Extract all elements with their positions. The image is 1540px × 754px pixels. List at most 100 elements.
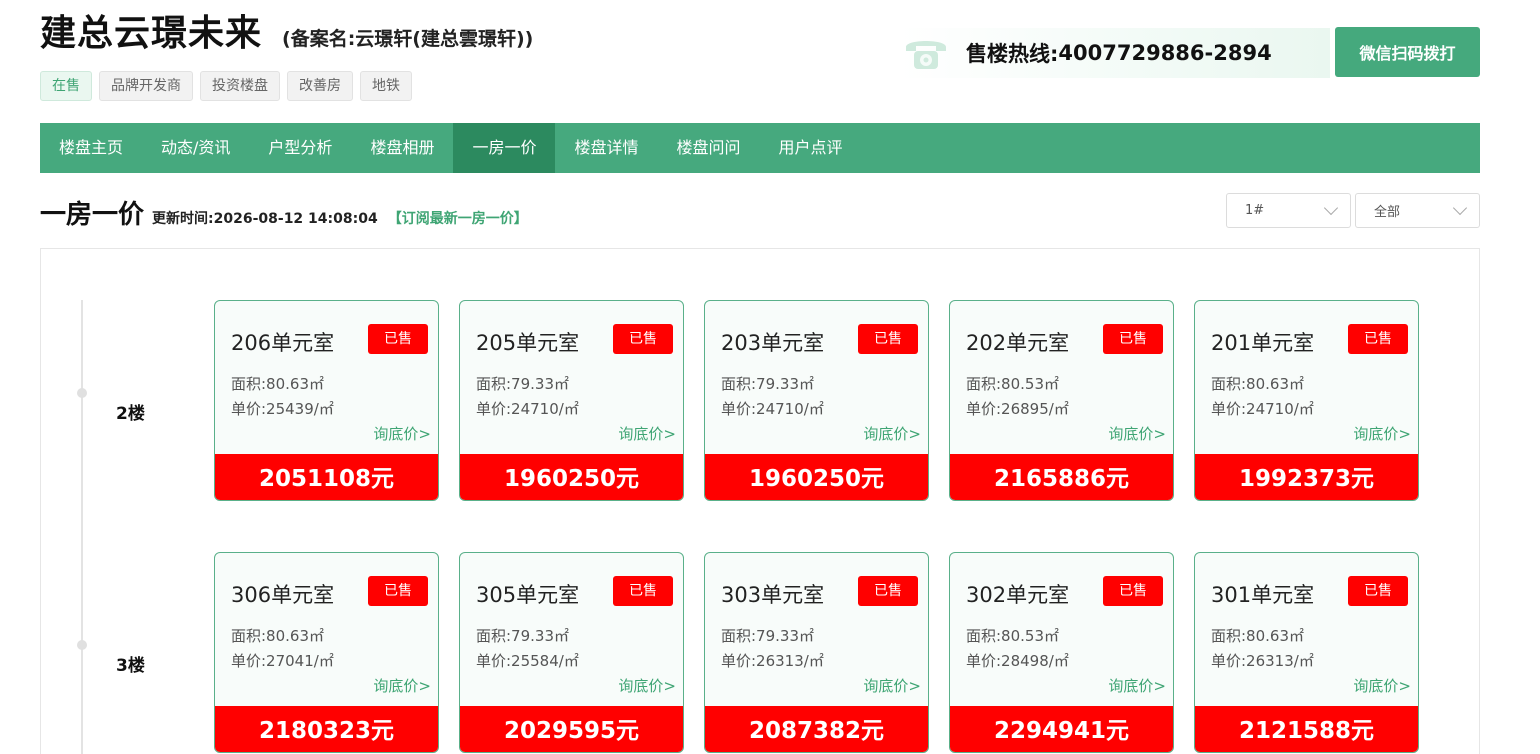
unit-price-per-sqm: 单价:24710/㎡ — [721, 400, 824, 418]
hotline-number[interactable]: 4007729886-2894 — [1058, 41, 1271, 65]
unit-price-per-sqm: 单价:25584/㎡ — [476, 652, 579, 670]
nav-details[interactable]: 楼盘详情 — [555, 123, 657, 173]
unit-price-per-sqm: 单价:24710/㎡ — [1211, 400, 1314, 418]
timeline-dot — [77, 640, 87, 650]
unit-card[interactable]: 201单元室 已售 面积:80.63㎡ 单价:24710/㎡ 询底价> 1992373元 — [1194, 300, 1419, 501]
unit-room-number: 203单元室 — [721, 331, 825, 355]
unit-room-number: 302单元室 — [966, 583, 1070, 607]
unit-area: 面积:80.63㎡ — [1211, 375, 1304, 393]
nav-news[interactable]: 动态/资讯 — [142, 123, 249, 173]
update-time-label: 更新时间: — [152, 211, 214, 227]
sold-status-badge: 已售 — [613, 324, 673, 354]
sold-status-badge: 已售 — [1348, 576, 1408, 606]
inquire-price-link[interactable]: 询底价> — [373, 423, 431, 444]
unit-card[interactable]: 205单元室 已售面积:79.33㎡ 单价:24710/㎡询底价> 1960250元 — [459, 300, 684, 501]
property-title: 建总云璟未来 — [40, 13, 263, 54]
inquire-price-link[interactable]: 询底价> — [373, 675, 431, 696]
unit-total-price: 2165886元 — [950, 454, 1173, 500]
nav-unit-prices[interactable]: 一房一价 — [453, 123, 556, 173]
unit-area: 面积:80.63㎡ — [231, 375, 324, 393]
update-time-value: 2026-08-12 14:08:04 — [213, 211, 378, 227]
unit-area: 面积:80.63㎡ — [231, 627, 324, 645]
chevron-down-icon — [1452, 200, 1468, 216]
floor-label-3: 3楼 — [116, 656, 145, 676]
nav-floor-plans[interactable]: 户型分析 — [249, 123, 351, 173]
sold-status-badge: 已售 — [858, 576, 918, 606]
unit-card[interactable]: 202单元室 已售 面积:80.53㎡ 单价:26895/㎡ 询底价> 2165886元 — [949, 300, 1174, 501]
unit-total-price: 1960250元 — [705, 454, 928, 500]
sold-status-badge: 已售 — [368, 576, 428, 606]
unit-area: 面积:79.33㎡ — [721, 375, 814, 393]
nav-album[interactable]: 楼盘相册 — [351, 123, 453, 173]
sold-status-badge: 已售 — [1103, 576, 1163, 606]
inquire-price-link[interactable]: 询底价> — [618, 423, 676, 444]
nav-qa[interactable]: 楼盘问问 — [657, 123, 759, 173]
tag-on-sale: 在售 — [40, 71, 92, 101]
unit-area: 面积:79.33㎡ — [476, 627, 569, 645]
inquire-price-link[interactable]: 询底价> — [1353, 675, 1411, 696]
unit-room-number: 305单元室 — [476, 583, 580, 607]
sold-status-badge: 已售 — [1348, 324, 1408, 354]
unit-card[interactable]: 302单元室 已售面积:80.53㎡ 单价:28498/㎡询底价> 2294941元 — [949, 552, 1174, 753]
wechat-scan-call-button[interactable]: 微信扫码拨打 — [1335, 27, 1480, 77]
unit-area: 面积:80.53㎡ — [966, 627, 1059, 645]
unit-total-price: 2029595元 — [460, 706, 683, 752]
unit-area: 面积:79.33㎡ — [476, 375, 569, 393]
tag-brand-developer: 品牌开发商 — [99, 71, 193, 101]
unit-card[interactable]: 303单元室 已售 面积:79.33㎡ 单价:26313/㎡ 询底价> 2087382元 — [704, 552, 929, 753]
section-header: 一房一价 更新时间: 2026-08-12 14:08:04 【订阅最新一房一价… — [40, 194, 528, 231]
property-nav: 楼盘主页 动态/资讯 户型分析 楼盘相册 一房一价 楼盘详情 楼盘问问 用户点评 — [40, 123, 1480, 173]
unit-price-per-sqm: 单价:27041/㎡ — [231, 652, 334, 670]
section-title: 一房一价 — [40, 200, 145, 230]
status-filter-select[interactable]: 全部 — [1355, 193, 1480, 228]
floor-label-2: 2楼 — [116, 404, 145, 424]
status-filter-value: 全部 — [1374, 205, 1401, 220]
unit-total-price: 2294941元 — [950, 706, 1173, 752]
floor-timeline — [81, 300, 83, 754]
unit-total-price: 2121588元 — [1195, 706, 1418, 752]
telephone-icon — [902, 33, 950, 73]
subscribe-link[interactable]: 【订阅最新一房一价】 — [388, 208, 528, 228]
unit-card[interactable]: 301单元室 已售 面积:80.63㎡ 单价:26313/㎡ 询底价> 2121588元 — [1194, 552, 1419, 753]
unit-area: 面积:79.33㎡ — [721, 627, 814, 645]
unit-card[interactable]: 305单元室 已售 面积:79.33㎡ 单价:25584/㎡ 询底价> 2029595元 — [459, 552, 684, 753]
unit-card[interactable]: 306单元室 已售 面积:80.63㎡ 单价:27041/㎡ 询底价> 2180323元 — [214, 552, 439, 753]
unit-room-number: 202单元室 — [966, 331, 1070, 355]
inquire-price-link[interactable]: 询底价> — [618, 675, 676, 696]
unit-total-price: 1960250元 — [460, 454, 683, 500]
unit-total-price: 2051108元 — [215, 454, 438, 500]
unit-card[interactable]: 203单元室 已售面积:79.33㎡ 单价:24710/㎡询底价> 1960250元 — [704, 300, 929, 501]
tag-upgrade-home: 改善房 — [287, 71, 353, 101]
hotline-label: 售楼热线: — [966, 42, 1059, 66]
unit-price-per-sqm: 单价:24710/㎡ — [476, 400, 579, 418]
registered-name: (备案名:云璟轩(建总雲璟轩)) — [282, 28, 534, 50]
unit-room-number: 206单元室 — [231, 331, 335, 355]
sold-status-badge: 已售 — [858, 324, 918, 354]
unit-total-price: 2180323元 — [215, 706, 438, 752]
unit-room-number: 301单元室 — [1211, 583, 1315, 607]
unit-card[interactable]: 206单元室 已售 面积:80.63㎡ 单价:25439/㎡ 询底价> 2051108元 — [214, 300, 439, 501]
inquire-price-link[interactable]: 询底价> — [863, 675, 921, 696]
unit-room-number: 205单元室 — [476, 331, 580, 355]
timeline-dot — [77, 388, 87, 398]
chevron-down-icon — [1323, 200, 1339, 216]
property-tags: 在售 品牌开发商 投资楼盘 改善房 地铁 — [40, 71, 412, 101]
nav-reviews[interactable]: 用户点评 — [760, 123, 862, 173]
unit-area: 面积:80.63㎡ — [1211, 627, 1304, 645]
nav-home[interactable]: 楼盘主页 — [40, 123, 142, 173]
tag-metro: 地铁 — [360, 71, 412, 101]
inquire-price-link[interactable]: 询底价> — [863, 423, 921, 444]
unit-area: 面积:80.53㎡ — [966, 375, 1059, 393]
unit-price-per-sqm: 单价:26895/㎡ — [966, 400, 1069, 418]
unit-price-per-sqm: 单价:28498/㎡ — [966, 652, 1069, 670]
inquire-price-link[interactable]: 询底价> — [1108, 675, 1166, 696]
building-select[interactable]: 1# — [1226, 193, 1351, 228]
unit-room-number: 201单元室 — [1211, 331, 1315, 355]
sales-hotline: 售楼热线: 4007729886-2894 — [900, 28, 1330, 78]
inquire-price-link[interactable]: 询底价> — [1108, 423, 1166, 444]
unit-price-per-sqm: 单价:25439/㎡ — [231, 400, 334, 418]
tag-investment: 投资楼盘 — [200, 71, 280, 101]
inquire-price-link[interactable]: 询底价> — [1353, 423, 1411, 444]
property-header: 建总云璟未来 (备案名:云璟轩(建总雲璟轩)) — [40, 4, 533, 56]
building-select-value: 1# — [1245, 203, 1265, 218]
